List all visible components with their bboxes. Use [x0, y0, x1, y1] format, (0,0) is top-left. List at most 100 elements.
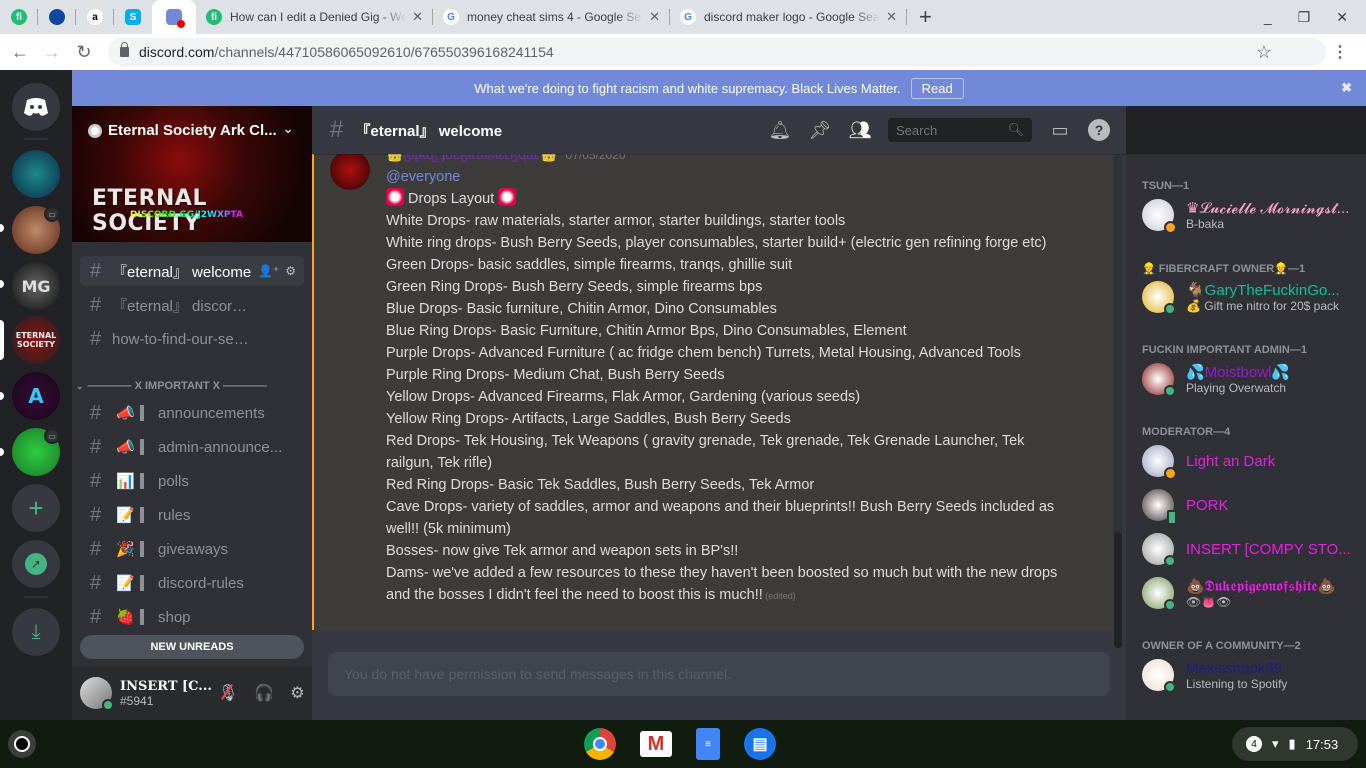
- explore-servers-button[interactable]: ➚: [12, 540, 60, 588]
- message-line: Cave Drops- variety of saddles, armor an…: [386, 499, 1055, 537]
- help-icon[interactable]: ?: [1088, 119, 1110, 141]
- hash-icon: #: [90, 293, 102, 316]
- member-item[interactable]: Light an Dark: [1142, 440, 1362, 482]
- launcher-button[interactable]: [8, 730, 36, 758]
- server-icon-mg[interactable]: MG: [12, 262, 60, 310]
- user-avatar[interactable]: [80, 677, 114, 711]
- channel-how-to-find[interactable]: # how-to-find-our-servers: [80, 324, 304, 354]
- server-header[interactable]: Eternal Society Ark Cl... ⌄ ETERNAL SOCI…: [72, 106, 312, 242]
- pinned-tab-discord[interactable]: [152, 0, 196, 34]
- close-tab-icon[interactable]: ✕: [649, 9, 660, 25]
- channel-rules[interactable]: # 📝 rules: [80, 500, 304, 530]
- channel-shop[interactable]: # 🍓 shop: [80, 602, 304, 632]
- gmail-icon[interactable]: M: [640, 731, 672, 757]
- hash-icon: #: [90, 401, 102, 424]
- mute-microphone-icon[interactable]: 🎙: [218, 683, 238, 703]
- member-status: 💰 Gift me nitro for 20$ pack: [1186, 299, 1339, 313]
- channel-announcements[interactable]: # 📣 announcements: [80, 398, 304, 428]
- hash-icon: #: [90, 537, 102, 560]
- member-item[interactable]: 💦Moistbowl💦 Playing Overwatch: [1142, 358, 1362, 400]
- messages-icon[interactable]: ▤: [744, 728, 776, 760]
- channel-discord-link[interactable]: #『eternal』 discord-link: [80, 290, 304, 320]
- lock-icon: [120, 42, 129, 57]
- download-apps-button[interactable]: ⤓: [12, 608, 60, 656]
- selected-server-indicator: [0, 320, 4, 360]
- docs-icon[interactable]: ≡: [696, 728, 720, 760]
- everyone-mention[interactable]: @everyone: [386, 166, 1066, 188]
- channel-giveaways[interactable]: # 🎉 giveaways: [80, 534, 304, 564]
- channel-polls[interactable]: # 📊 polls: [80, 466, 304, 496]
- member-item[interactable]: Maxisshook69 Listening to Spotify: [1142, 654, 1362, 696]
- member-name: 🐐GaryTheFuckinGo...: [1186, 282, 1340, 299]
- dismiss-banner-icon[interactable]: ✖: [1341, 80, 1352, 96]
- server-icon-1[interactable]: [12, 150, 60, 198]
- server-icon-small-tribes[interactable]: A: [12, 372, 60, 420]
- unread-indicator: [0, 392, 4, 400]
- server-banner-invite: DISCORD.GG/J2WXPTA: [130, 210, 243, 220]
- channel-discord-rules[interactable]: # 📝 discord-rules: [80, 568, 304, 598]
- message-line: Purple Ring Drops- Medium Chat, Bush Ber…: [386, 367, 725, 383]
- system-tray[interactable]: 4 ▾ ▮ 17:53: [1232, 727, 1358, 761]
- add-server-button[interactable]: +: [12, 484, 60, 532]
- chrome-icon[interactable]: [584, 728, 616, 760]
- close-tab-icon[interactable]: ✕: [412, 9, 423, 25]
- close-window-button[interactable]: ✕: [1336, 9, 1348, 26]
- notification-bell-icon[interactable]: 🔔︎: [768, 120, 792, 141]
- read-button[interactable]: Read: [910, 77, 964, 99]
- hash-icon: #: [90, 605, 102, 628]
- user-settings-gear-icon[interactable]: ⚙: [290, 683, 304, 703]
- pinned-tab-amazon[interactable]: a: [76, 0, 114, 34]
- minimize-button[interactable]: _: [1264, 9, 1272, 26]
- member-item[interactable]: PORK: [1142, 484, 1362, 526]
- restore-button[interactable]: ❐: [1298, 9, 1311, 26]
- category-important[interactable]: ⌄ ———— X IMPORTANT X ————: [76, 378, 308, 394]
- google-icon: G: [680, 9, 696, 25]
- pinned-tab-fiverr[interactable]: fi: [0, 0, 38, 34]
- tab-fiverr[interactable]: fi How can I edit a Denied Gig - We ✕: [196, 0, 433, 34]
- address-bar[interactable]: discord.com/channels/447105860650926​10/…: [108, 38, 1326, 66]
- chat-area: # 『eternal』 welcome 👑ɮɨ[ʀɖ] ʄʊƈӄɨռɢʍɛʟɮɖ…: [312, 106, 1126, 720]
- tab-google-discord[interactable]: Gdiscord maker logo - Google Sea ✕: [670, 0, 907, 34]
- chat-scrollbar[interactable]: [1114, 154, 1122, 648]
- channel-welcome[interactable]: # 『eternal』 welcome 👤⁺ ⚙: [80, 256, 304, 286]
- edited-label: (edited): [762, 591, 796, 601]
- server-icon-eternal-society[interactable]: ETERNAL SOCIETY: [12, 316, 60, 364]
- bookmark-star-icon[interactable]: ☆: [1256, 42, 1272, 63]
- forward-button[interactable]: →: [36, 42, 68, 63]
- chevron-down-icon[interactable]: ⌄: [282, 120, 294, 137]
- member-item[interactable]: 🐐GaryTheFuckinGo... 💰 Gift me nitro for 2…: [1142, 276, 1362, 318]
- member-avatar: [1142, 363, 1176, 397]
- new-unreads-button[interactable]: NEW UNREADS: [80, 635, 304, 659]
- tab-google-sims[interactable]: Gmoney cheat sims 4 - Google Se ✕: [433, 0, 670, 34]
- home-button[interactable]: [12, 83, 60, 131]
- headphones-icon[interactable]: 🎧: [254, 683, 274, 703]
- reload-button[interactable]: ↻: [68, 42, 100, 63]
- message-line: Bosses- now give Tek armor and weapon se…: [386, 543, 739, 559]
- hash-icon: #: [90, 259, 102, 282]
- channel-admin-announcements[interactable]: # 📣 admin-announce...: [80, 432, 304, 462]
- author-name[interactable]: 👑ɮɨ[ʀɖ] ʄʊƈӄɨռɢʍɛʟɮɖǟɛ👑: [386, 154, 558, 162]
- invite-icon[interactable]: 👤⁺: [258, 264, 279, 278]
- message-header: 👑ɮɨ[ʀɖ] ʄʊƈӄɨռɢʍɛʟɮɖǟɛ👑 07/05/2020: [386, 154, 626, 163]
- back-button[interactable]: ←: [4, 42, 36, 63]
- pinned-tab-skype[interactable]: S: [114, 0, 152, 34]
- author-avatar[interactable]: [330, 154, 370, 190]
- search-input[interactable]: Search 🔍︎: [888, 118, 1032, 142]
- close-tab-icon[interactable]: ✕: [886, 9, 897, 25]
- pin-icon[interactable]: 📌︎: [808, 120, 832, 141]
- member-item[interactable]: INSERT [COMPY STO...: [1142, 528, 1362, 570]
- new-tab-button[interactable]: +: [919, 6, 932, 28]
- message-line: White Drops- raw materials, starter armo…: [386, 213, 846, 229]
- member-item[interactable]: 💩𝕯𝖚𝖐𝖊𝖕𝖎𝖌𝖊𝖔𝖓𝖔𝖋𝖘𝖍𝖎𝖙𝖊💩 👁👅👁: [1142, 572, 1362, 614]
- member-group-header: MODERATOR—4: [1142, 426, 1231, 438]
- search-icon: 🔍︎: [1007, 122, 1024, 137]
- pinned-tab-blue[interactable]: [38, 0, 76, 34]
- member-name: Light an Dark: [1186, 452, 1276, 470]
- member-item[interactable]: ♛𝓛𝓾𝓬𝓲𝓮𝓵𝓵𝓮 𝓜𝓸𝓻𝓷𝓲𝓷𝓰𝓼𝓽... B-baka: [1142, 194, 1362, 236]
- message-line: Red Drops- Tek Housing, Tek Weapons ( gr…: [386, 433, 1025, 471]
- member-list-icon[interactable]: 👥︎: [848, 120, 872, 141]
- hash-icon: #: [90, 469, 102, 492]
- inbox-icon[interactable]: ▭: [1048, 120, 1072, 141]
- browser-menu-icon[interactable]: ⋮: [1332, 42, 1348, 62]
- gear-icon[interactable]: ⚙: [285, 264, 296, 278]
